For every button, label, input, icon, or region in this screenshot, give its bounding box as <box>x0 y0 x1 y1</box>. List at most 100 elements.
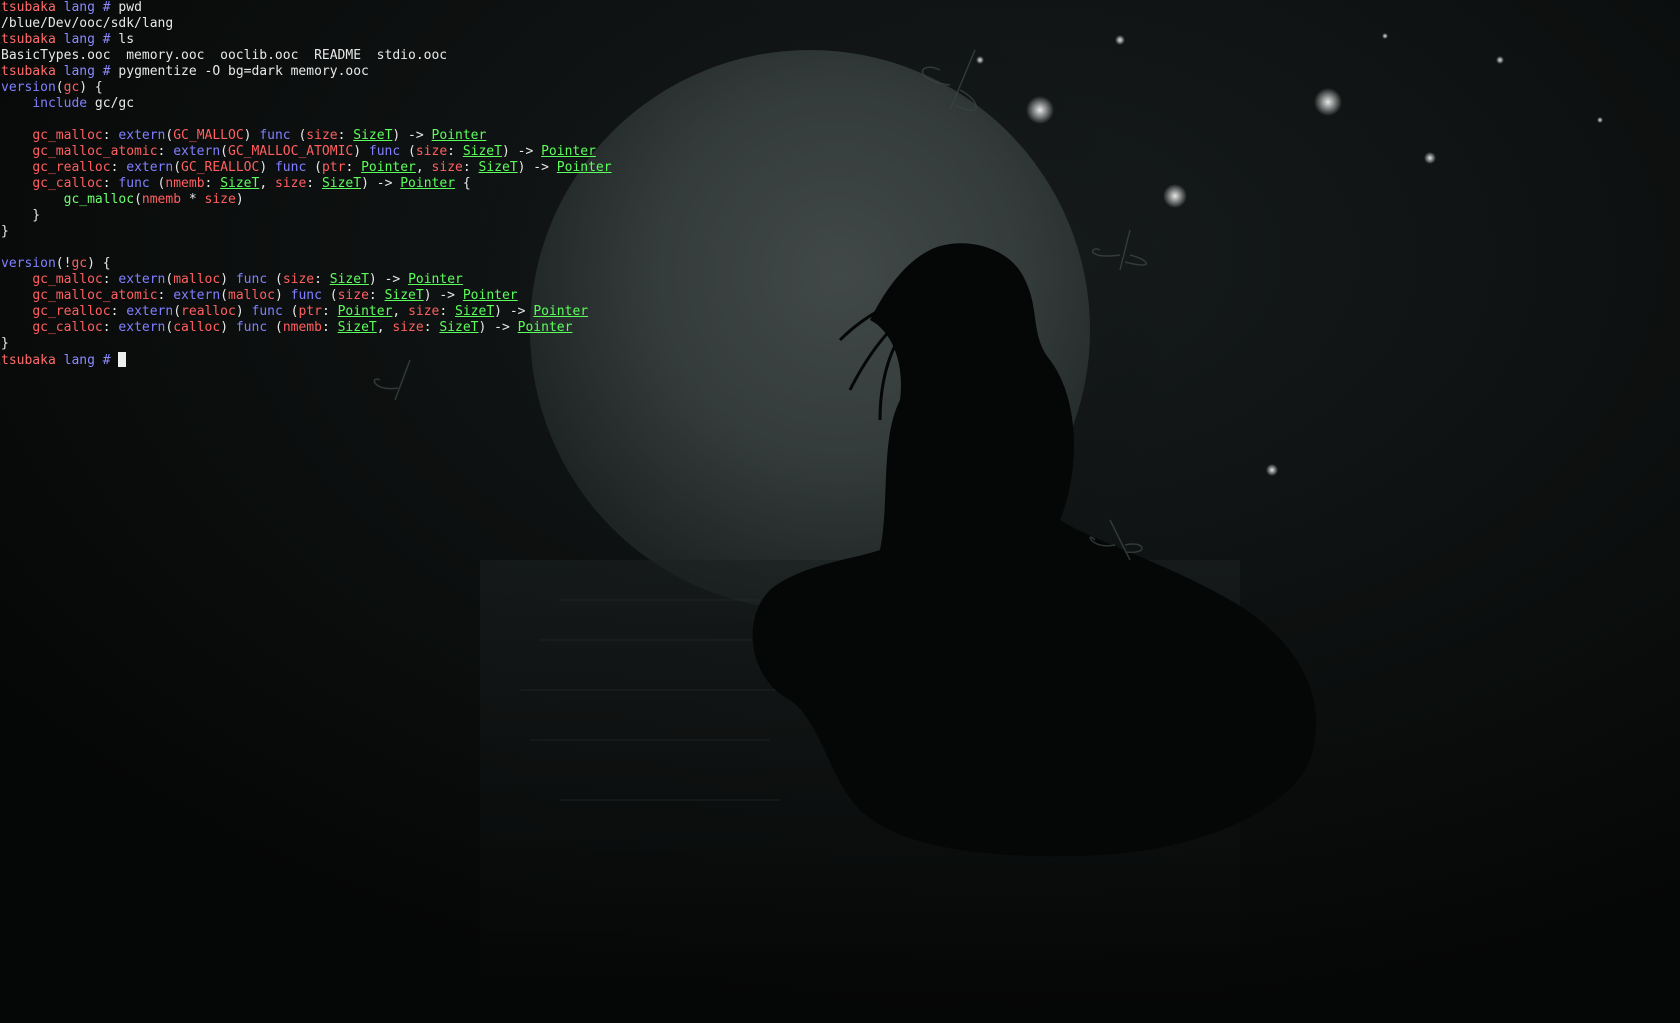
terminal-text-segment: ) { <box>79 80 103 95</box>
terminal-text-segment: , <box>415 160 432 175</box>
terminal-line: tsubaka lang # <box>0 352 1680 368</box>
terminal-text-segment: size <box>274 176 307 191</box>
terminal-text-segment: gc_calloc <box>32 320 103 335</box>
terminal-text-segment: ( <box>321 288 338 303</box>
terminal-text-segment: : <box>368 288 385 303</box>
terminal-text-segment: extern <box>173 144 221 159</box>
terminal-text-segment: Pointer <box>541 144 596 159</box>
terminal-text-segment: : <box>462 160 479 175</box>
terminal-text-segment: # <box>94 353 111 368</box>
terminal-text-segment: size <box>306 128 338 143</box>
terminal-text-segment: } <box>1 224 9 239</box>
terminal-text-segment: : <box>439 304 456 319</box>
terminal-text-segment: SizeT <box>439 320 479 335</box>
terminal-text-segment: func <box>290 288 322 303</box>
terminal-text-segment: func <box>118 176 150 191</box>
terminal-text-segment: * <box>181 192 205 207</box>
terminal-text-segment: ) <box>353 144 369 159</box>
terminal-text-segment: ( <box>149 176 166 191</box>
terminal-text-segment: ( <box>134 192 142 207</box>
terminal-text-segment: ( <box>290 128 307 143</box>
terminal-text-segment: gc_calloc <box>32 176 103 191</box>
terminal-text-segment: ( <box>220 288 228 303</box>
terminal-text-segment: Pointer <box>556 160 612 175</box>
terminal-text-segment: Pointer <box>361 160 416 175</box>
terminal-text-segment: ( <box>306 160 322 175</box>
terminal-text-segment: func <box>274 160 307 175</box>
terminal-text-segment: ) <box>243 128 260 143</box>
terminal-line: gc_calloc: extern(calloc) func (nmemb: S… <box>0 320 1680 336</box>
terminal-text-segment: # <box>94 32 111 47</box>
terminal-text-segment: ) -> <box>368 272 409 287</box>
terminal-text-segment: func <box>368 144 401 159</box>
terminal-text-segment: gc_malloc <box>32 128 103 143</box>
terminal-text-segment: ( <box>55 80 64 95</box>
terminal-text-segment: ) -> <box>501 144 542 159</box>
desktop-screen: tsubaka lang # pwd/blue/Dev/ooc/sdk/lang… <box>0 0 1680 1023</box>
terminal-text-segment: : <box>423 320 440 335</box>
terminal-text-segment: Pointer <box>400 176 456 191</box>
terminal-text-segment: func <box>235 272 268 287</box>
terminal-text-segment: SizeT <box>337 320 377 335</box>
terminal-text-segment: ) -> <box>494 304 534 319</box>
terminal-text-segment: SizeT <box>462 144 502 159</box>
terminal-text-segment: : <box>157 288 174 303</box>
terminal-text-segment: ( <box>173 160 182 175</box>
terminal-text-segment: func <box>251 304 283 319</box>
terminal-text-segment: extern <box>118 320 166 335</box>
terminal-text-segment: extern <box>126 160 174 175</box>
terminal-line: tsubaka lang # pwd <box>0 0 1680 16</box>
terminal-text-segment: ) -> <box>478 320 518 335</box>
terminal-text-segment: extern <box>118 272 166 287</box>
terminal-text-segment: tsubaka <box>1 0 56 15</box>
terminal-text-segment: : <box>337 128 354 143</box>
terminal-text-segment: : <box>102 320 119 335</box>
terminal-line: gc_malloc_atomic: extern(malloc) func (s… <box>0 288 1680 304</box>
terminal-text-segment: : <box>314 272 330 287</box>
terminal-text-segment: gc_malloc <box>63 192 135 207</box>
terminal-text-segment: : <box>321 304 338 319</box>
terminal-text-segment: size <box>415 144 448 159</box>
terminal-text-segment: : <box>321 320 338 335</box>
terminal-line: tsubaka lang # pygmentize -O bg=dark mem… <box>0 64 1680 80</box>
terminal-text-segment: : <box>447 144 463 159</box>
terminal-text-segment: : <box>102 272 119 287</box>
terminal-text-segment: malloc <box>228 288 275 303</box>
terminal-text-segment: size <box>204 192 236 207</box>
terminal-line: } <box>0 224 1680 240</box>
terminal-text-segment: ( <box>173 304 182 319</box>
terminal-line: gc_malloc(nmemb * size) <box>0 192 1680 208</box>
terminal-text-segment: ) <box>235 192 244 207</box>
terminal-text-segment: func <box>235 320 268 335</box>
terminal-text-segment: ) -> <box>423 288 463 303</box>
terminal-text-segment: : <box>204 176 221 191</box>
terminal-text-segment: } <box>1 208 41 223</box>
terminal-text-segment: ) -> <box>517 160 557 175</box>
terminal-text-segment: SizeT <box>384 288 424 303</box>
terminal-text-segment: } <box>1 336 9 351</box>
terminal-text-segment: gc_malloc_atomic <box>32 288 158 303</box>
terminal-text-segment: lang <box>55 64 95 79</box>
terminal-line: BasicTypes.ooc memory.ooc ooclib.ooc REA… <box>0 48 1680 64</box>
terminal-text-segment: : <box>345 160 362 175</box>
terminal-window[interactable]: tsubaka lang # pwd/blue/Dev/ooc/sdk/lang… <box>0 0 1680 1023</box>
terminal-text-segment: malloc <box>173 272 221 287</box>
terminal-line: gc_malloc: extern(GC_MALLOC) func (size:… <box>0 128 1680 144</box>
terminal-text-segment: # <box>94 64 111 79</box>
terminal-line: tsubaka lang # ls <box>0 32 1680 48</box>
terminal-text-segment: ( <box>282 304 299 319</box>
terminal-text-segment: extern <box>173 288 221 303</box>
terminal-text-segment: lang <box>55 0 95 15</box>
block-cursor-icon[interactable] <box>118 352 127 367</box>
terminal-line: version(!gc) { <box>0 256 1680 272</box>
terminal-text-segment: { <box>455 176 471 191</box>
terminal-text-segment: size <box>392 320 424 335</box>
terminal-line: gc_malloc_atomic: extern(GC_MALLOC_ATOMI… <box>0 144 1680 160</box>
terminal-text-segment: Pointer <box>533 304 589 319</box>
terminal-text-segment: ) -> <box>392 128 432 143</box>
